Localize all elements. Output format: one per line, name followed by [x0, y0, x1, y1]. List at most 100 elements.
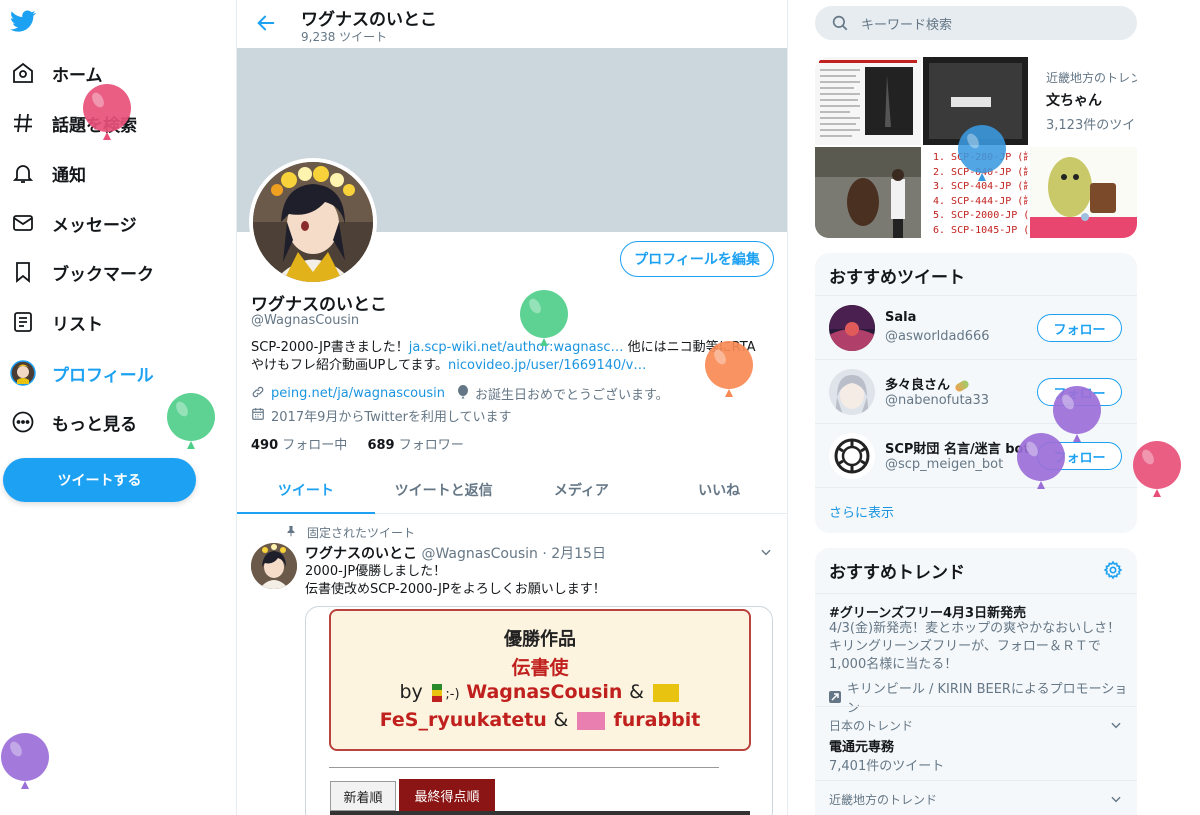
website-link[interactable]: peing.net/ja/wagnascousin — [271, 386, 445, 401]
tweet-author-handle[interactable]: @WagnasCousin — [421, 546, 537, 562]
media-thumb[interactable] — [815, 147, 921, 238]
banner-authors-line2: FeS_ryuukatetu & furabbit — [331, 709, 749, 731]
banner-title: 優勝作品 — [504, 629, 576, 650]
sidebar-item-profile[interactable]: プロフィール — [0, 351, 154, 395]
sidebar-item-notifications[interactable]: 通知 — [0, 151, 86, 195]
following-count: 490 — [251, 438, 279, 453]
purple-balloon-icon — [0, 733, 50, 795]
avatar[interactable] — [829, 305, 875, 351]
card-divider — [329, 767, 719, 768]
pin-icon — [285, 525, 297, 540]
show-more-row: さらに表示 — [815, 487, 1137, 533]
profile-avatar[interactable] — [249, 158, 377, 286]
user-handle: @scp_meigen_bot — [885, 457, 1004, 472]
chevron-down-icon[interactable] — [759, 544, 773, 558]
home-icon — [10, 60, 36, 86]
calendar-icon — [251, 407, 265, 425]
profile-header: ワグナスのいとこ 9,238 ツイート — [237, 0, 787, 48]
show-more-link[interactable]: さらに表示 — [829, 502, 894, 521]
sidebar-item-lists[interactable]: リスト — [0, 300, 103, 344]
followers-count: 689 — [367, 438, 395, 453]
sidebar-item-bookmarks[interactable]: ブックマーク — [0, 250, 154, 294]
edit-profile-button[interactable]: プロフィールを編集 — [620, 241, 774, 277]
tweet-image[interactable]: 優勝作品 伝書使 by ;-) WagnasCousin & FeS_ryuuk… — [305, 606, 773, 815]
bio-text: やけもフレ紹介動画UPしてます。 — [251, 358, 449, 373]
user-name[interactable]: Sala — [885, 310, 916, 325]
avatar[interactable] — [829, 433, 875, 479]
follow-button[interactable]: フォロー — [1037, 314, 1122, 342]
sidebar-item-label: もっと見る — [52, 414, 137, 435]
sidebar-item-label: リスト — [52, 314, 103, 335]
trend-name: 電通元専務 — [829, 740, 895, 755]
chevron-down-icon[interactable] — [1109, 791, 1123, 805]
trend-promoted[interactable]: #グリーンズフリー4月3日新発売 4/3(金)新発売！麦とホップの爽やかなおいし… — [815, 593, 1137, 716]
bio-link-nicovideo[interactable]: nicovideo.jp/user/1669140/v… — [448, 358, 646, 373]
bio-text: SCP-2000-JP書きました！ — [251, 340, 409, 355]
media-trend-card[interactable]: 近畿地方のトレンド 文ちゃん 3,123件のツイ — [1030, 57, 1137, 145]
profile-meta: peing.net/ja/wagnascousin お誕生日おめでとうございます… — [251, 384, 669, 403]
search-input[interactable]: キーワード検索 — [815, 6, 1137, 40]
page-title: ワグナスのいとこ — [301, 10, 437, 30]
following-link[interactable]: 490 フォロー中 — [251, 438, 347, 453]
scp-line: 5. SCP-2000-JP (評 — [933, 210, 1028, 221]
following-label: フォロー中 — [282, 438, 348, 453]
banner-work-title: 伝書使 — [511, 657, 569, 679]
card-bar — [330, 811, 750, 815]
profile-handle: @WagnasCousin — [251, 313, 360, 328]
followers-link[interactable]: 689 フォロワー — [367, 438, 463, 453]
recommended-user[interactable]: Sala @asworldad666 フォロー — [815, 295, 1137, 359]
sidebar-item-messages[interactable]: メッセージ — [0, 201, 137, 245]
list-icon — [10, 309, 36, 335]
trend-context: 近畿地方のトレンド — [1046, 71, 1137, 85]
bio-link-scp-wiki[interactable]: ja.scp-wiki.net/author:wagnasc… — [409, 340, 624, 355]
link-icon — [251, 385, 265, 403]
tweet-header: ワグナスのいとこ @WagnasCousin · 2月15日 — [305, 543, 606, 563]
tab-media[interactable]: メディア — [513, 466, 651, 513]
envelope-icon — [10, 210, 36, 236]
promoted-icon — [829, 691, 841, 703]
user-name-text: 多々良さん — [885, 378, 951, 393]
settings-gear-icon[interactable] — [1103, 560, 1123, 584]
user-name[interactable]: SCP財団 名言/迷言 bot — [885, 438, 1030, 457]
tweet-button[interactable]: ツイートする — [3, 458, 196, 502]
trend-item[interactable]: 近畿地方のトレンド — [815, 780, 1137, 815]
card-tab-newest: 新着順 — [330, 781, 396, 811]
tweet-count: 9,238 ツイート — [301, 30, 388, 44]
tab-tweets[interactable]: ツイート — [237, 466, 375, 514]
blue-balloon-icon — [957, 125, 1007, 187]
tweet-author-name[interactable]: ワグナスのいとこ — [305, 546, 417, 562]
trend-item[interactable]: 日本のトレンド 電通元専務 7,401件のツイート — [815, 706, 1137, 780]
user-name[interactable]: 多々良さん — [885, 374, 970, 393]
sidebar-item-more[interactable]: もっと見る — [0, 400, 137, 444]
media-thumb[interactable] — [1030, 147, 1137, 238]
hashtag-icon — [10, 110, 36, 136]
profile-stats: 490 フォロー中 689 フォロワー — [251, 434, 464, 453]
profile-name: ワグナスのいとこ — [251, 295, 387, 315]
avatar[interactable] — [829, 369, 875, 415]
tweet-date[interactable]: · 2月15日 — [542, 546, 606, 562]
trend-name: #グリーンズフリー4月3日新発売 — [829, 606, 1027, 621]
profile-tabs: ツイート ツイートと返信 メディア いいね — [237, 466, 787, 514]
chevron-down-icon[interactable] — [1109, 717, 1123, 731]
banner-amp: & — [553, 709, 569, 731]
tab-likes[interactable]: いいね — [650, 466, 787, 513]
search-icon — [831, 14, 849, 32]
panel-title: おすすめトレンド — [829, 563, 965, 583]
twitter-logo-icon[interactable] — [10, 8, 40, 38]
panel-title: おすすめツイート — [829, 268, 965, 288]
birthday-text: お誕生日おめでとうございます。 — [474, 388, 669, 403]
user-icon — [432, 683, 443, 702]
profile-joined: 2017年9月からTwitterを利用しています — [251, 406, 512, 425]
twitter-profile-page: ホーム 話題を検索 通知 メッセージ ブックマーク — [0, 0, 1200, 815]
profile-column: ワグナスのいとこ 9,238 ツイート プロフィールを編集 ワグナスのいとこ @… — [236, 0, 788, 815]
sidebar-item-label: ホーム — [52, 65, 103, 86]
banner-author1: WagnasCousin — [466, 681, 623, 703]
sidebar-item-label: ブックマーク — [52, 264, 154, 285]
back-arrow-icon[interactable] — [255, 12, 277, 34]
media-thumb[interactable] — [815, 57, 921, 145]
trend-context: 日本のトレンド — [829, 719, 914, 733]
scp-line: 4. SCP-444-JP (評価 — [933, 195, 1028, 207]
card-tab-final-score: 最終得点順 — [399, 779, 495, 811]
tab-tweets-and-replies[interactable]: ツイートと返信 — [375, 466, 513, 513]
tweet-avatar[interactable] — [251, 543, 297, 589]
